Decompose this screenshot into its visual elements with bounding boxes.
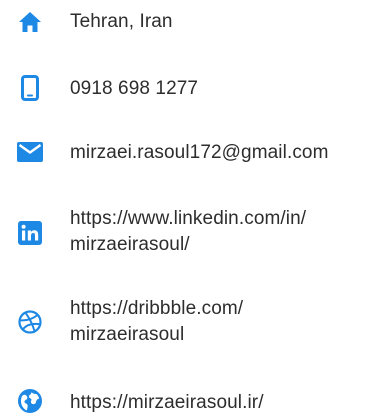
phone-icon xyxy=(16,74,44,102)
linkedin-icon xyxy=(16,219,44,247)
contact-list: Tehran, Iran 0918 698 1277 mirzaei.rasou… xyxy=(0,0,368,417)
phone-number[interactable]: 0918 698 1277 xyxy=(70,76,362,102)
website-link[interactable]: https://mirzaeirasoul.ir/ xyxy=(70,390,362,416)
location-text: Tehran, Iran xyxy=(70,11,173,32)
website-icon xyxy=(16,387,44,415)
dribbble-icon xyxy=(16,308,44,336)
dribbble-link[interactable]: https://dribbble.com/ mirzaeirasoul xyxy=(70,296,362,348)
email-address[interactable]: mirzaei.rasoul172@gmail.com xyxy=(70,140,362,166)
linkedin-link[interactable]: https://www.linkedin.com/in/ mirzaeiraso… xyxy=(70,206,362,258)
email-icon xyxy=(16,138,44,166)
home-icon xyxy=(16,8,44,36)
